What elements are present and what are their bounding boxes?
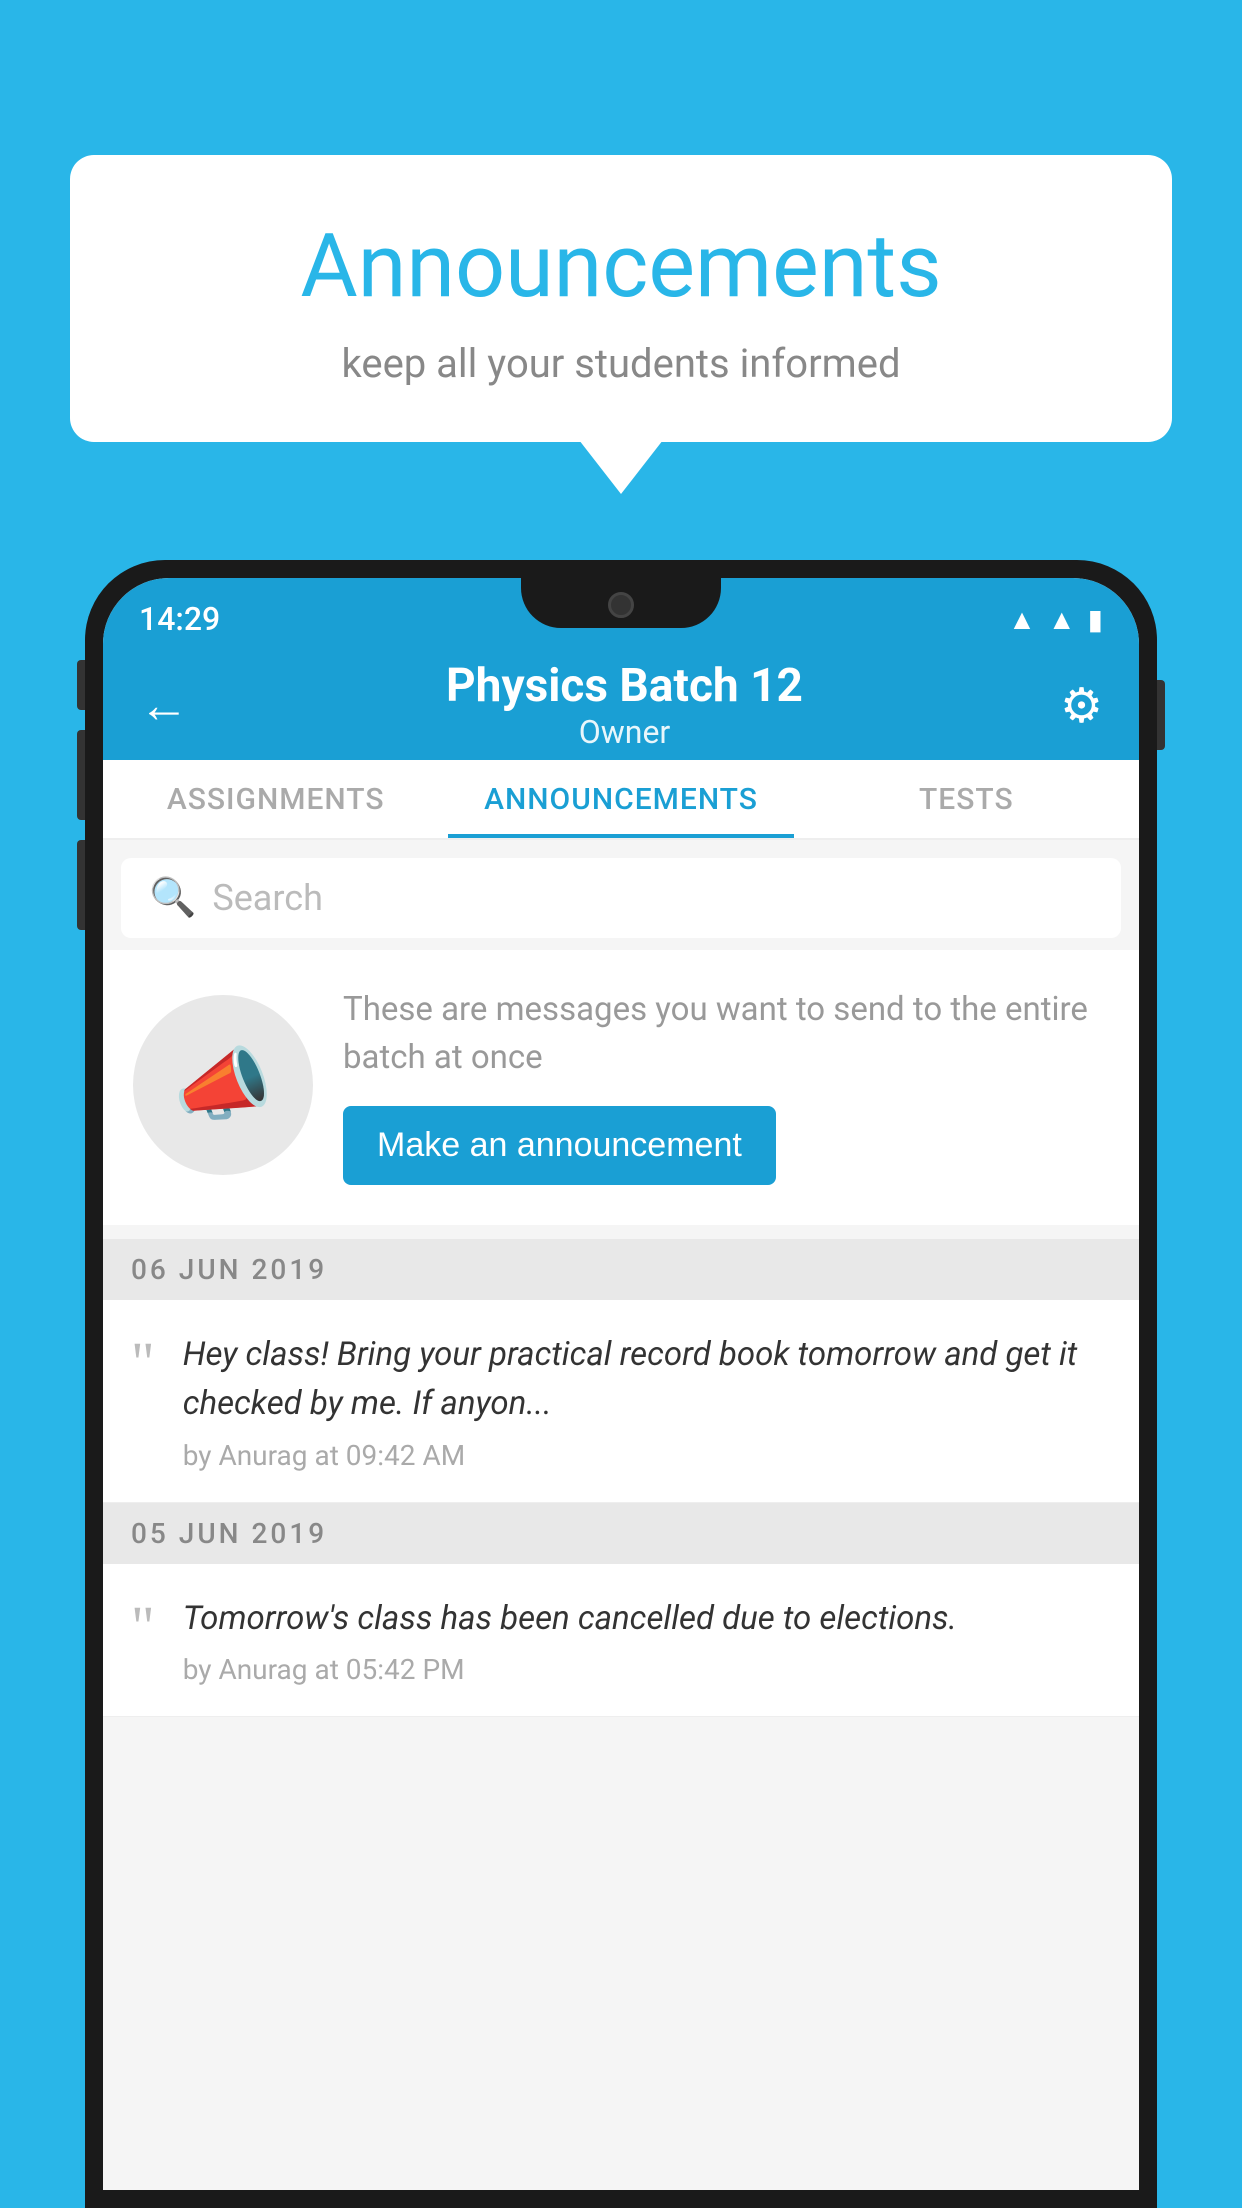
speech-bubble: Announcements keep all your students inf… [70, 155, 1172, 442]
announcement-text-1: Hey class! Bring your practical record b… [183, 1330, 1111, 1429]
battery-icon: ▮ [1088, 603, 1103, 636]
announcement-content-2: Tomorrow's class has been cancelled due … [183, 1594, 1111, 1687]
front-camera [608, 592, 634, 618]
announcement-prompt-text: These are messages you want to send to t… [343, 986, 1109, 1082]
quote-icon-2: " [131, 1598, 155, 1656]
announcement-meta-2: by Anurag at 05:42 PM [183, 1653, 1111, 1686]
phone-screen: 14:29 ▲ ▲ ▮ ← Physics Batch 12 Owner ⚙ [103, 578, 1139, 2190]
announcement-text-2: Tomorrow's class has been cancelled due … [183, 1594, 1111, 1644]
silent-button [77, 840, 85, 930]
speech-bubble-container: Announcements keep all your students inf… [70, 155, 1172, 442]
announcement-prompt: 📣 These are messages you want to send to… [103, 950, 1139, 1225]
search-bar[interactable]: 🔍 Search [121, 858, 1121, 938]
make-announcement-button[interactable]: Make an announcement [343, 1106, 776, 1185]
search-icon: 🔍 [149, 876, 196, 920]
app-toolbar: ← Physics Batch 12 Owner ⚙ [103, 650, 1139, 760]
tab-tests[interactable]: TESTS [794, 760, 1139, 838]
settings-icon[interactable]: ⚙ [1060, 677, 1103, 734]
toolbar-subtitle: Owner [189, 713, 1060, 751]
power-button [1157, 680, 1165, 750]
announcement-meta-1: by Anurag at 09:42 AM [183, 1439, 1111, 1472]
volume-down-button [77, 730, 85, 820]
volume-up-button [77, 660, 85, 710]
toolbar-title: Physics Batch 12 [189, 659, 1060, 713]
tab-announcements[interactable]: ANNOUNCEMENTS [448, 760, 793, 838]
tab-assignments[interactable]: ASSIGNMENTS [103, 760, 448, 838]
speech-bubble-title: Announcements [120, 215, 1122, 318]
wifi-icon: ▲ [1008, 603, 1036, 636]
announcement-item-2[interactable]: " Tomorrow's class has been cancelled du… [103, 1564, 1139, 1718]
status-time: 14:29 [139, 600, 220, 638]
announcement-content-1: Hey class! Bring your practical record b… [183, 1330, 1111, 1472]
signal-icon: ▲ [1048, 603, 1076, 636]
speech-bubble-subtitle: keep all your students informed [120, 340, 1122, 387]
status-icons: ▲ ▲ ▮ [1008, 603, 1103, 636]
toolbar-title-container: Physics Batch 12 Owner [189, 659, 1060, 751]
date-separator-1: 06 JUN 2019 [103, 1239, 1139, 1300]
search-placeholder: Search [212, 877, 323, 919]
content-area: 🔍 Search 📣 These are messages you want t… [103, 840, 1139, 2190]
phone-outer: 14:29 ▲ ▲ ▮ ← Physics Batch 12 Owner ⚙ [85, 560, 1157, 2208]
date-separator-2: 05 JUN 2019 [103, 1503, 1139, 1564]
announcement-prompt-right: These are messages you want to send to t… [343, 986, 1109, 1185]
megaphone-circle: 📣 [133, 995, 313, 1175]
phone-container: 14:29 ▲ ▲ ▮ ← Physics Batch 12 Owner ⚙ [85, 560, 1157, 2208]
quote-icon-1: " [131, 1334, 155, 1392]
back-button[interactable]: ← [139, 676, 189, 735]
phone-notch [521, 578, 721, 628]
announcement-item-1[interactable]: " Hey class! Bring your practical record… [103, 1300, 1139, 1503]
tabs-container: ASSIGNMENTS ANNOUNCEMENTS TESTS [103, 760, 1139, 840]
megaphone-icon: 📣 [173, 1038, 273, 1132]
